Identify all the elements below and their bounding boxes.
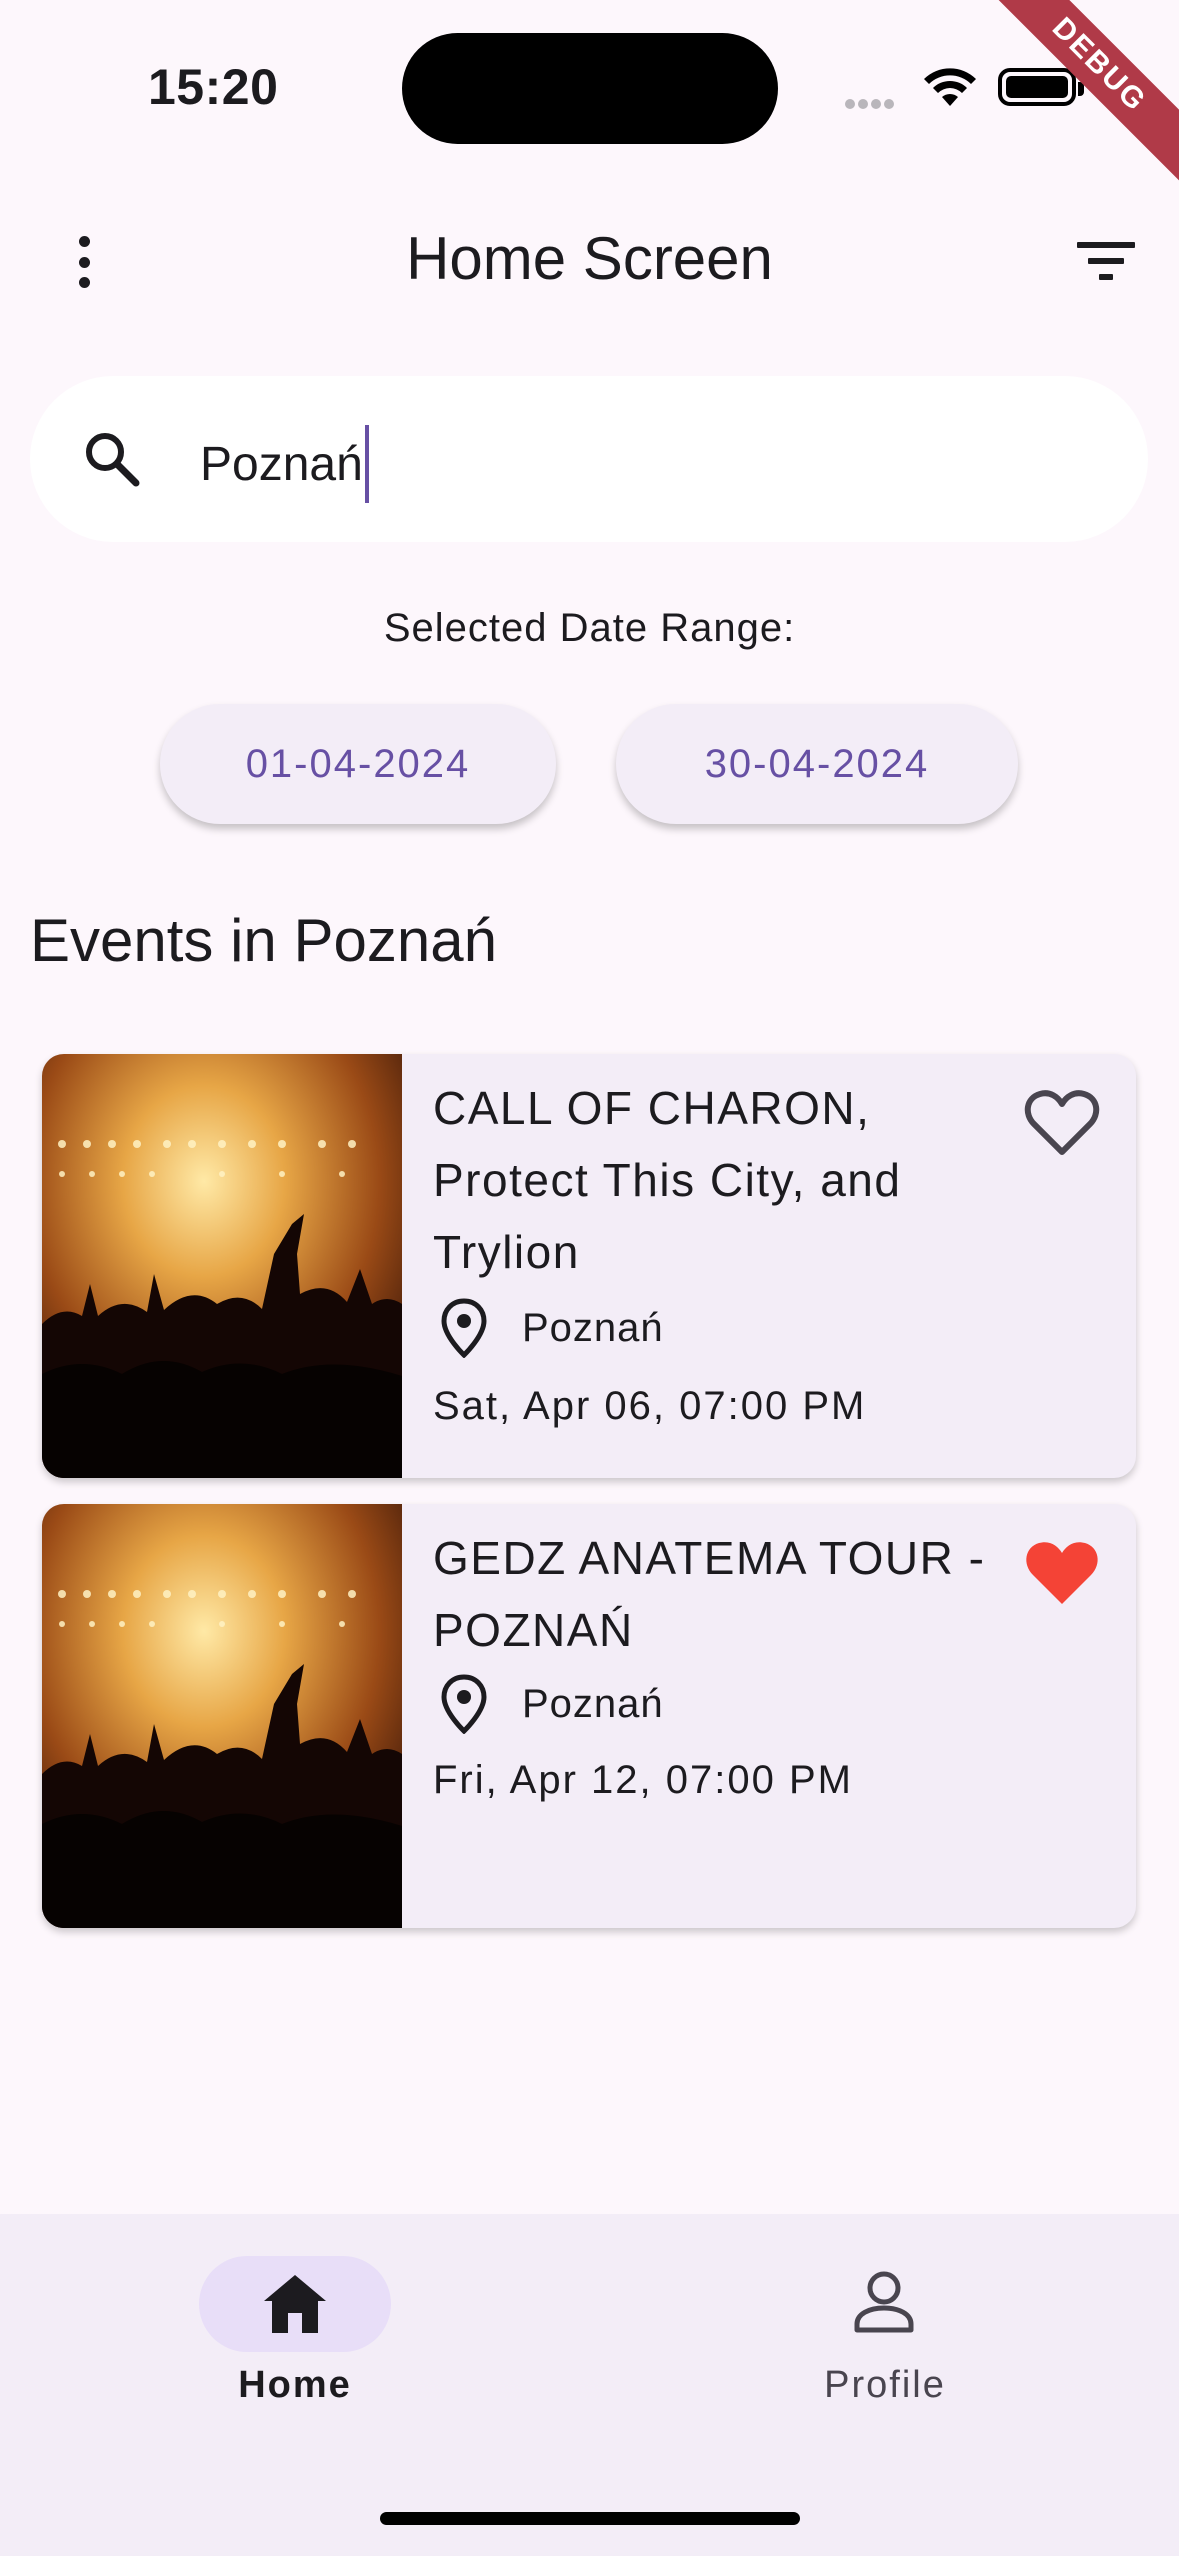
event-image [42,1054,402,1478]
event-location-text: Poznań [522,1305,664,1350]
start-date-button[interactable]: 01-04-2024 [160,704,556,824]
cellular-signal-icon [845,96,905,109]
events-section-title: Events in Poznań [30,907,497,974]
bottom-navigation-bar [0,2214,1179,2556]
location-pin-icon [441,1298,487,1358]
search-input[interactable]: Poznań [200,425,369,503]
page-title: Home Screen [406,225,773,292]
event-image [42,1504,402,1928]
favorite-outline-icon[interactable] [1020,1080,1104,1164]
event-title: CALL OF CHARON, Protect This City, and T… [433,1082,902,1278]
dynamic-island [402,33,778,144]
end-date-button[interactable]: 30-04-2024 [616,704,1018,824]
event-location-text: Poznań [522,1681,664,1726]
status-time: 15:20 [148,59,279,115]
filter-list-icon[interactable] [1075,236,1137,286]
event-datetime: Fri, Apr 12, 07:00 PM [433,1758,853,1802]
event-title: GEDZ ANATEMA TOUR - POZNAŃ [433,1532,986,1656]
battery-icon [998,68,1084,106]
search-bar[interactable] [30,376,1148,542]
event-card[interactable]: GEDZ ANATEMA TOUR - POZNAŃ Poznań Fri, A… [42,1504,1136,1928]
home-screen: 15:20 DEBUG Home Screen Poznań Selected … [0,0,1179,2556]
person-icon[interactable] [851,2268,917,2334]
home-indicator [380,2512,800,2525]
nav-item-home[interactable] [199,2256,391,2352]
location-pin-icon [441,1674,487,1734]
search-input-value: Poznań [200,437,363,491]
nav-home-label[interactable]: Home [199,2364,391,2407]
event-location: Poznań [440,1298,664,1358]
event-datetime: Sat, Apr 06, 07:00 PM [433,1384,867,1428]
search-icon [86,433,140,487]
wifi-icon [924,68,976,106]
favorite-filled-icon[interactable] [1020,1530,1104,1614]
event-location: Poznań [440,1674,664,1734]
event-card[interactable]: CALL OF CHARON, Protect This City, and T… [42,1054,1136,1478]
home-icon [264,2275,326,2333]
nav-profile-label[interactable]: Profile [790,2364,980,2407]
date-range-label: Selected Date Range: [383,606,796,650]
text-caret [364,425,369,503]
